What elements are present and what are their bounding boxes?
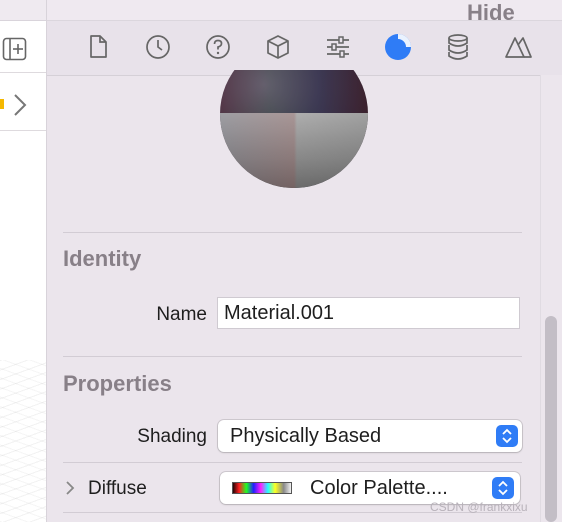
- tab-help[interactable]: [204, 33, 232, 61]
- add-editor-row: [0, 28, 46, 73]
- divider: [63, 356, 522, 357]
- add-editor-icon[interactable]: [2, 36, 28, 62]
- clock-icon: [146, 35, 170, 59]
- tab-physics[interactable]: [444, 33, 472, 61]
- shading-value: Physically Based: [230, 425, 382, 447]
- name-field[interactable]: Material.001: [217, 297, 520, 329]
- tab-node[interactable]: [264, 33, 292, 61]
- watermark: CSDN @frankxixu: [430, 500, 528, 514]
- material-inspector: Identity Name Material.001 Properties Hi…: [47, 0, 562, 522]
- tab-file[interactable]: [84, 33, 112, 61]
- updown-arrows-icon: [496, 425, 518, 447]
- vertical-scrollbar[interactable]: [545, 316, 557, 522]
- color-palette-swatch: [232, 482, 292, 494]
- help-icon: [206, 35, 230, 59]
- diffuse-label: Diffuse: [88, 478, 147, 499]
- cube-icon: [267, 35, 289, 59]
- chevron-right-icon[interactable]: [12, 93, 28, 117]
- shading-label: Shading: [137, 426, 207, 447]
- outline-row[interactable]: [0, 80, 46, 131]
- editor-outline-pane: [0, 0, 47, 522]
- sliders-icon: [327, 36, 349, 58]
- tab-attributes[interactable]: [324, 33, 352, 61]
- updown-arrows-icon: [492, 477, 514, 499]
- divider: [63, 462, 522, 463]
- name-label: Name: [156, 304, 207, 325]
- identity-section-title: Identity: [63, 246, 142, 271]
- triangles-icon: [505, 37, 532, 58]
- divider: [63, 232, 522, 233]
- shading-popup[interactable]: Physically Based: [218, 420, 522, 452]
- hide-button[interactable]: Hide: [467, 0, 515, 26]
- document-icon: [90, 35, 107, 58]
- properties-section-title: Properties: [63, 371, 172, 396]
- left-toolbar-strip: [0, 0, 46, 21]
- physics-icon: [448, 34, 468, 60]
- diffuse-value: Color Palette....: [310, 477, 448, 499]
- material-icon: [385, 34, 411, 60]
- tab-scene[interactable]: [504, 33, 532, 61]
- tab-history[interactable]: [144, 33, 172, 61]
- tab-material[interactable]: [384, 33, 412, 61]
- disclosure-chevron-icon[interactable]: [65, 480, 75, 496]
- warning-icon: [0, 99, 4, 109]
- inspector-tab-bar: [47, 21, 562, 76]
- material-preview-sphere: [220, 70, 368, 192]
- scene-grid-background: [0, 360, 46, 522]
